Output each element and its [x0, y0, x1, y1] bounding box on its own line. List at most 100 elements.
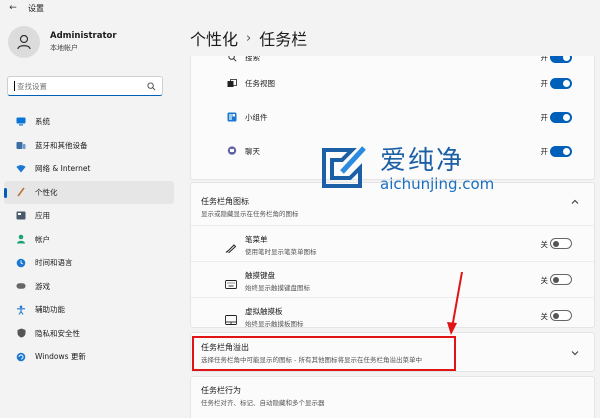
item-label: 聊天	[245, 146, 260, 156]
behaviors-card[interactable]: 任务栏行为 任务栏对齐、标记、自动隐藏和多个显示器	[190, 376, 595, 418]
bluetooth-devices-icon	[16, 140, 26, 150]
toggle-state: 开	[540, 112, 549, 122]
accessibility-icon	[16, 305, 26, 315]
toggle-state: 关	[540, 276, 549, 285]
item-description: 始终显示触摸板图标	[245, 320, 304, 328]
task-view-icon	[227, 78, 237, 88]
item-label: 小组件	[245, 112, 268, 122]
toggle-state: 关	[540, 312, 549, 321]
taskbar-item-widgets-row: 小组件 开	[191, 100, 594, 134]
title-bar: ← 设置	[0, 0, 600, 16]
breadcrumb-parent[interactable]: 个性化	[190, 26, 238, 50]
virtual-touchpad-toggle[interactable]	[550, 310, 572, 321]
corner-overflow-header[interactable]: 任务栏角溢出 选择任务栏角中可能显示的图标 - 所有其他图标将显示在任务栏角溢出…	[191, 333, 594, 373]
back-arrow-icon[interactable]: ←	[8, 3, 18, 13]
search-icon	[227, 56, 237, 62]
sidebar-item-label: 蓝牙和其他设备	[35, 140, 88, 150]
sidebar-item-label: 帐户	[35, 234, 50, 244]
breadcrumb: 个性化 › 任务栏	[190, 26, 307, 50]
avatar	[8, 26, 40, 58]
toggle-state: 开	[540, 78, 549, 88]
toggle-state: 关	[540, 240, 549, 249]
chevron-down-icon[interactable]	[570, 348, 580, 358]
search-toggle[interactable]	[550, 56, 572, 63]
sidebar-item-gaming[interactable]: 游戏	[4, 275, 174, 299]
user-name: Administrator	[50, 31, 117, 41]
wifi-icon	[16, 164, 26, 174]
monitor-icon	[16, 117, 26, 127]
sidebar-item-network[interactable]: 网络 & Internet	[4, 157, 174, 181]
update-icon	[16, 352, 26, 362]
sidebar-item-label: 应用	[35, 211, 50, 221]
apps-icon	[16, 211, 26, 221]
sidebar-item-time-language[interactable]: 时间和语言	[4, 251, 174, 275]
pen-menu-toggle[interactable]	[550, 238, 572, 249]
sidebar-item-personalization[interactable]: 个性化	[4, 180, 174, 204]
section-subtitle: 任务栏对齐、标记、自动隐藏和多个显示器	[201, 399, 325, 407]
page-title: 任务栏	[259, 30, 308, 49]
corner-overflow-card[interactable]: 任务栏角溢出 选择任务栏角中可能显示的图标 - 所有其他图标将显示在任务栏角溢出…	[190, 332, 595, 372]
sidebar-item-windows-update[interactable]: Windows 更新	[4, 345, 174, 369]
chat-icon	[227, 146, 237, 156]
sidebar-item-label: 网络 & Internet	[35, 164, 91, 174]
search-input[interactable]: 查找设置	[7, 76, 163, 96]
corner-item-virtual-touchpad: 虚拟触摸板 始终显示触摸板图标 关	[191, 297, 594, 333]
watermark-domain-text: aichunjing.com	[380, 175, 495, 193]
watermark-logo-icon	[322, 145, 366, 188]
person-icon	[16, 234, 26, 244]
sidebar-item-accounts[interactable]: 帐户	[4, 228, 174, 252]
sidebar-item-accessibility[interactable]: 辅助功能	[4, 298, 174, 322]
gamepad-icon	[16, 281, 26, 291]
touch-keyboard-toggle[interactable]	[550, 274, 572, 285]
chat-toggle[interactable]	[550, 145, 572, 157]
sidebar-item-label: 系统	[35, 117, 50, 127]
section-title: 任务栏行为	[201, 386, 241, 395]
sidebar-item-label: 个性化	[35, 187, 58, 197]
user-profile[interactable]: Administrator 本地帐户	[8, 26, 117, 58]
touchpad-icon	[225, 310, 237, 325]
item-label: 搜索	[245, 56, 260, 62]
search-placeholder: 查找设置	[17, 81, 47, 91]
sidebar-item-bluetooth[interactable]: 蓝牙和其他设备	[4, 134, 174, 158]
sidebar-item-label: Windows 更新	[35, 352, 86, 362]
taskbar-item-search-row: 搜索 开	[191, 56, 594, 66]
sidebar: Administrator 本地帐户 查找设置 系统 蓝牙和其他设备 网络 & …	[0, 16, 178, 418]
keyboard-icon	[225, 274, 237, 289]
widgets-toggle[interactable]	[550, 111, 572, 123]
corner-item-touch-keyboard: 触摸键盘 始终显示触摸键盘图标 关	[191, 261, 594, 297]
sidebar-item-system[interactable]: 系统	[4, 110, 174, 134]
sidebar-item-privacy[interactable]: 隐私和安全性	[4, 322, 174, 346]
chevron-right-icon: ›	[246, 30, 252, 46]
item-label: 任务视图	[245, 78, 275, 88]
globe-clock-icon	[16, 258, 26, 268]
item-label: 笔菜单	[245, 235, 268, 244]
sidebar-item-label: 时间和语言	[35, 258, 73, 268]
sidebar-item-label: 隐私和安全性	[35, 328, 80, 338]
behaviors-header[interactable]: 任务栏行为 任务栏对齐、标记、自动隐藏和多个显示器	[191, 377, 594, 418]
person-icon	[17, 34, 31, 50]
task-view-toggle[interactable]	[550, 77, 572, 89]
sidebar-item-apps[interactable]: 应用	[4, 204, 174, 228]
window-title: 设置	[28, 3, 44, 13]
chevron-up-icon[interactable]	[570, 197, 580, 207]
section-title: 任务栏角图标	[201, 197, 249, 206]
sidebar-item-label: 游戏	[35, 281, 50, 291]
watermark-chinese-text: 爱纯净	[380, 146, 465, 176]
watermark: 爱纯净 aichunjing.com	[318, 140, 494, 193]
widgets-icon	[227, 112, 237, 122]
account-type: 本地帐户	[50, 44, 78, 52]
brush-icon	[16, 187, 26, 197]
pen-icon	[225, 238, 237, 254]
item-label: 触摸键盘	[245, 271, 275, 280]
text-caret	[14, 81, 15, 91]
search-icon[interactable]	[147, 81, 156, 91]
sidebar-item-label: 辅助功能	[35, 305, 65, 315]
item-label: 虚拟触摸板	[245, 307, 283, 316]
sidebar-nav: 系统 蓝牙和其他设备 网络 & Internet 个性化 应用 帐户 时间和语言	[0, 110, 178, 369]
section-subtitle: 选择任务栏角中可能显示的图标 - 所有其他图标将显示在任务栏角溢出菜单中	[201, 356, 422, 364]
corner-icons-card: 任务栏角图标 显示或隐藏显示在任务栏角的图标 笔菜单 使用笔时显示笔菜单图标 关…	[190, 182, 595, 328]
shield-icon	[16, 328, 26, 338]
toggle-state: 开	[540, 146, 549, 156]
item-description: 使用笔时显示笔菜单图标	[245, 248, 317, 256]
item-description: 始终显示触摸键盘图标	[245, 284, 310, 292]
